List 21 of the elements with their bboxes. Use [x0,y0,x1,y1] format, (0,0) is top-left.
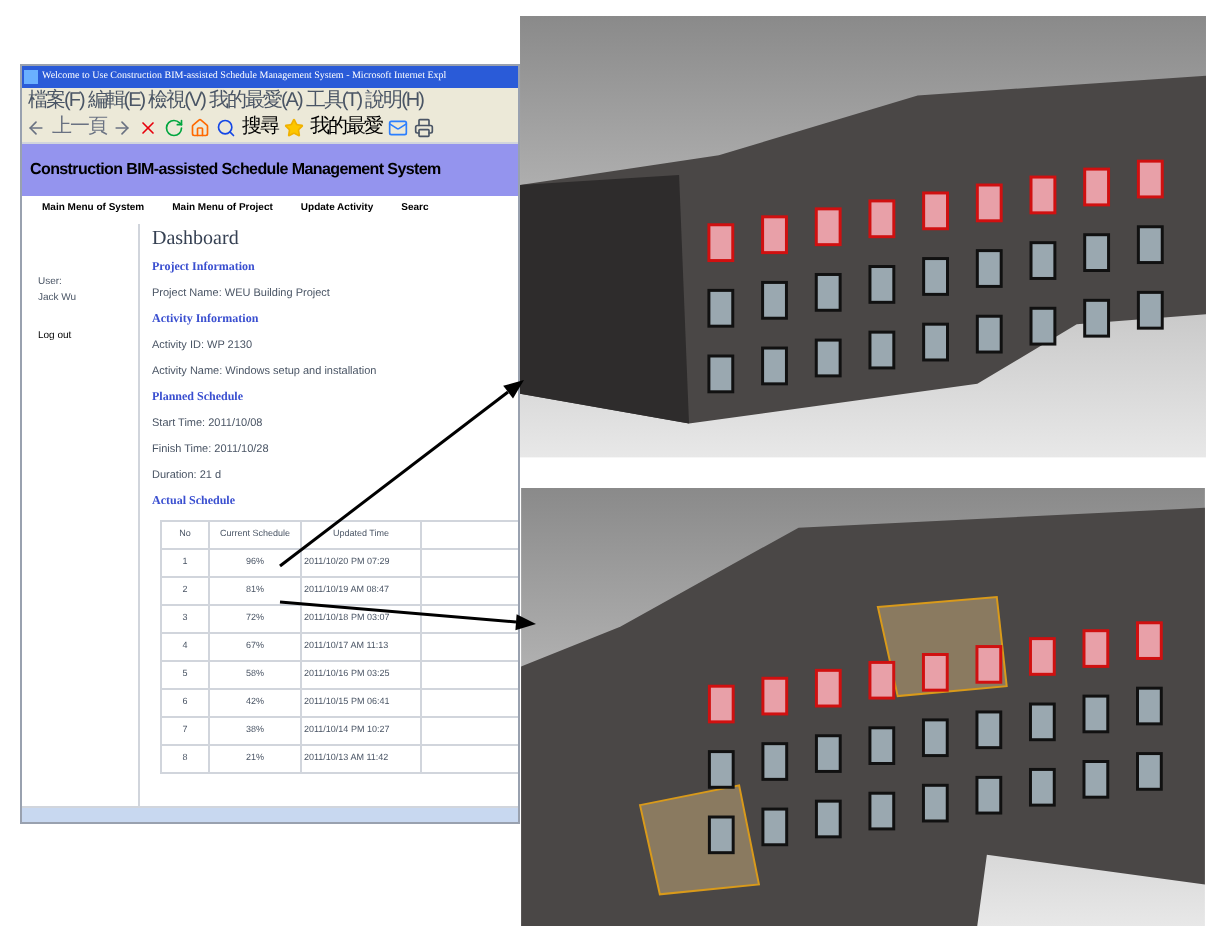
refresh-icon[interactable] [164,118,184,138]
forward-icon[interactable] [112,118,132,138]
menu-item[interactable]: 說明(H) [365,91,423,111]
menu-item[interactable]: 檢視(V) [148,91,205,111]
favorites-button-label[interactable]: 我的最愛 [310,118,382,138]
search-icon[interactable] [216,118,236,138]
menu-item[interactable]: 工具(T) [305,91,362,111]
page-heading: Dashboard [152,226,241,254]
back-button-label[interactable]: 上一頁 [52,118,106,138]
browser-icon [24,70,38,84]
search-button-label[interactable]: 搜尋 [242,118,278,138]
stop-icon[interactable] [138,118,158,138]
menu-item[interactable]: 我的最愛(A) [208,91,302,111]
site-title: Construction BIM-assisted Schedule Management System [30,158,441,182]
printer-icon[interactable] [414,118,434,138]
star-icon[interactable] [284,118,304,138]
back-icon[interactable] [26,118,46,138]
menu-item[interactable]: 編輯(E) [87,91,145,111]
home-icon[interactable] [190,118,210,138]
menu-item[interactable]: 檔案(F) [28,91,84,111]
mail-icon[interactable] [388,118,408,138]
